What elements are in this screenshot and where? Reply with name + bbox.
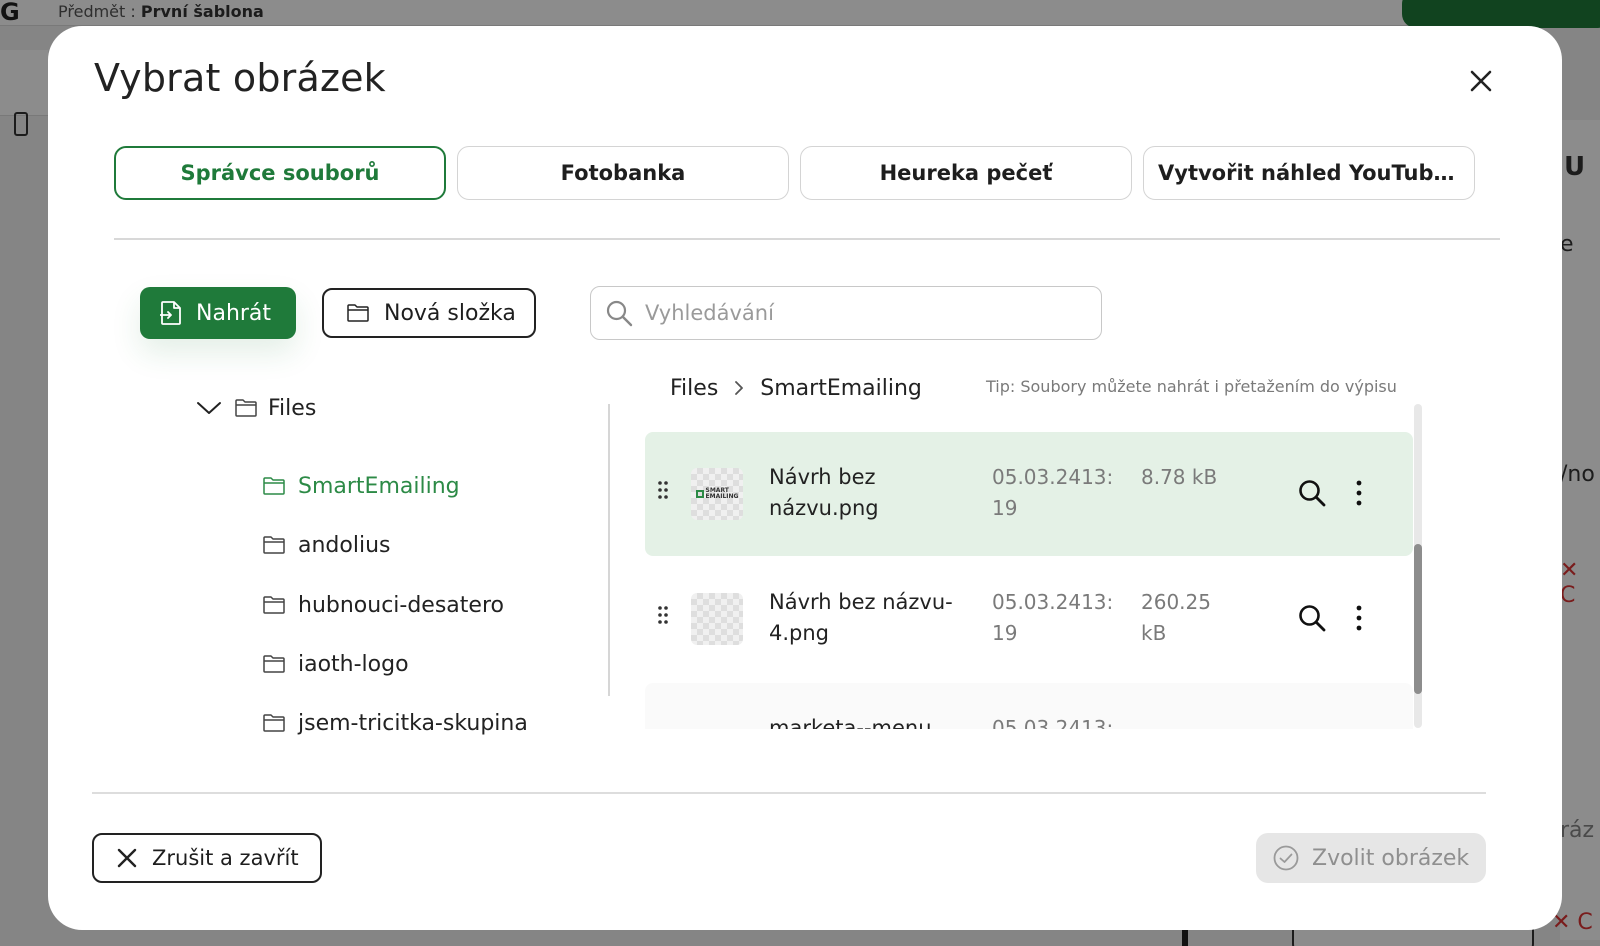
breadcrumb-current: SmartEmailing <box>760 375 922 401</box>
more-vertical-icon[interactable] <box>1353 603 1365 633</box>
upload-button-label: Nahrát <box>196 300 272 326</box>
tree-item-label: jsem-tricitka-skupina <box>298 710 528 736</box>
tree-item-smartemailing[interactable]: SmartEmailing <box>262 468 460 504</box>
tree-item-andolius[interactable]: andolius <box>262 527 390 563</box>
tree-item-label: andolius <box>298 532 391 558</box>
close-icon[interactable] <box>1466 66 1496 96</box>
choose-image-label: Zvolit obrázek <box>1312 845 1470 871</box>
drag-handle-icon[interactable] <box>657 480 669 500</box>
file-name: Návrh bez názvu-4.png <box>769 590 953 645</box>
new-folder-label: Nová složka <box>384 300 516 326</box>
tabs-divider <box>114 238 1500 240</box>
file-row[interactable]: marketa--menu 05.03.2413:1 <box>645 683 1413 729</box>
breadcrumb-root[interactable]: Files <box>670 376 718 401</box>
chevron-right-icon <box>734 380 744 396</box>
tree-item-hubnouci-desatero[interactable]: hubnouci-desatero <box>262 587 504 623</box>
file-list: SMART EMAILING Návrh bez názvu.png 05.03.… <box>645 432 1413 729</box>
search-input[interactable] <box>645 301 1085 325</box>
file-thumbnail: SMART EMAILING <box>691 468 743 520</box>
tab-heureka-seal[interactable]: Heureka pečeť <box>800 146 1132 200</box>
upload-tip: Tip: Soubory můžete nahrát i přetažením … <box>986 377 1397 396</box>
file-list-scroll-thumb[interactable] <box>1414 544 1422 694</box>
modal-title: Vybrat obrázek <box>94 56 386 100</box>
breadcrumb: Files SmartEmailing <box>670 370 922 406</box>
folder-icon <box>262 654 286 674</box>
smartemailing-logo-thumbnail: SMART EMAILING <box>695 488 738 500</box>
upload-file-icon <box>160 300 182 326</box>
folder-icon <box>262 476 286 496</box>
search-icon <box>605 299 633 327</box>
tree-item-label: hubnouci-desatero <box>298 592 504 618</box>
search-box <box>590 286 1102 340</box>
file-size: 8.78 kB <box>1141 465 1218 489</box>
footer-divider <box>92 792 1486 794</box>
source-tabs: Správce souborů Fotobanka Heureka pečeť … <box>114 146 1500 200</box>
file-row[interactable]: Návrh bez názvu-4.png 05.03.2413:19 260.… <box>645 557 1413 681</box>
file-thumbnail <box>691 593 743 645</box>
chevron-down-icon[interactable] <box>196 400 224 416</box>
cancel-close-label: Zrušit a zavřít <box>152 846 299 870</box>
file-name: Návrh bez názvu.png <box>769 465 879 520</box>
folder-icon <box>262 595 286 615</box>
more-vertical-icon[interactable] <box>1353 478 1365 508</box>
magnifier-icon[interactable] <box>1297 603 1327 633</box>
check-circle-icon <box>1272 844 1300 872</box>
folder-icon <box>234 398 258 418</box>
folder-icon <box>262 535 286 555</box>
cancel-close-button[interactable]: Zrušit a zavřít <box>92 833 322 883</box>
tree-item-label: iaoth-logo <box>298 651 409 677</box>
tree-root-label: Files <box>268 395 317 421</box>
new-folder-button[interactable]: Nová složka <box>322 288 536 338</box>
close-icon <box>116 847 138 869</box>
tree-item-jsem-tricitka-skupina[interactable]: jsem-tricitka-skupina <box>262 705 528 741</box>
file-date: 05.03.2413:19 <box>992 590 1114 645</box>
tab-youtube-preview[interactable]: Vytvořit náhled YouTube / Vimeo <box>1143 146 1475 200</box>
file-row[interactable]: SMART EMAILING Návrh bez názvu.png 05.03.… <box>645 432 1413 556</box>
folder-icon <box>262 713 286 733</box>
file-date: 05.03.2413:19 <box>992 465 1114 520</box>
magnifier-icon[interactable] <box>1297 478 1327 508</box>
file-name: marketa--menu <box>769 716 932 729</box>
choose-image-button[interactable]: Zvolit obrázek <box>1256 833 1486 883</box>
file-size: 260.25 kB <box>1141 590 1211 645</box>
drag-handle-icon[interactable] <box>657 605 669 625</box>
tree-divider <box>608 404 610 696</box>
file-date: 05.03.2413:1 <box>992 716 1114 729</box>
upload-button[interactable]: Nahrát <box>140 287 296 339</box>
tree-item-label: SmartEmailing <box>298 473 460 499</box>
tab-file-manager[interactable]: Správce souborů <box>114 146 446 200</box>
folder-icon <box>346 303 370 323</box>
tree-root-files[interactable]: Files <box>196 388 316 428</box>
tab-youtube-preview-label: Vytvořit náhled YouTube / Vimeo <box>1158 161 1458 185</box>
tree-item-iaoth-logo[interactable]: iaoth-logo <box>262 646 409 682</box>
tab-stock-photos[interactable]: Fotobanka <box>457 146 789 200</box>
